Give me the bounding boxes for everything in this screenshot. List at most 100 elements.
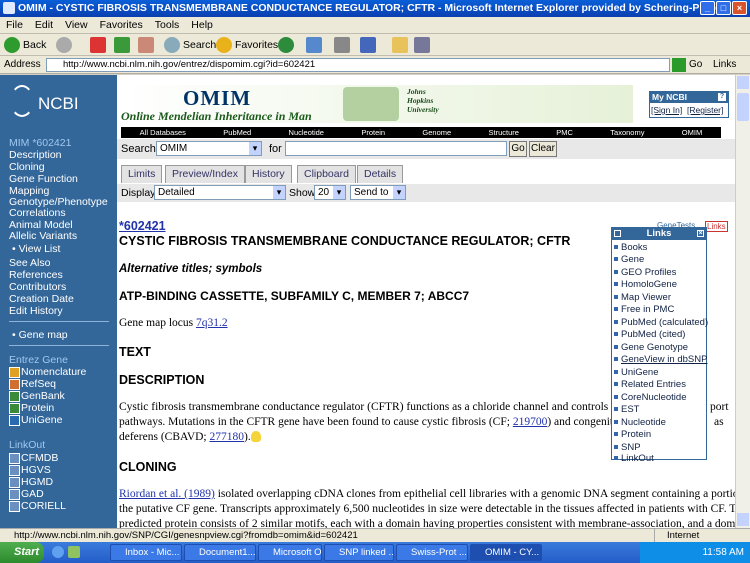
menu-favorites[interactable]: Favorites xyxy=(94,17,149,33)
sidebar-item-references[interactable]: References xyxy=(9,269,63,281)
link-unigene[interactable]: UniGene xyxy=(614,367,659,378)
db-omim[interactable]: OMIM xyxy=(682,127,702,138)
linkout-gad[interactable]: GAD xyxy=(21,488,44,500)
sidebar-gene-map[interactable]: • Gene map xyxy=(12,329,68,341)
edit-button[interactable] xyxy=(360,36,379,54)
entrez-protein[interactable]: Protein xyxy=(21,402,54,414)
links-tab-button[interactable]: Links xyxy=(705,221,728,232)
forward-button[interactable] xyxy=(56,36,75,54)
link-corenucleotide[interactable]: CoreNucleotide xyxy=(614,392,686,403)
link-linkout[interactable]: LinkOut xyxy=(614,453,654,464)
entrez-unigene[interactable]: UniGene xyxy=(21,414,62,426)
tab-limits[interactable]: Limits xyxy=(121,165,163,183)
link-geo-profiles[interactable]: GEO Profiles xyxy=(614,267,676,278)
link-gene[interactable]: Gene xyxy=(614,254,644,265)
link-related-entries[interactable]: Related Entries xyxy=(614,379,686,390)
sidebar-item-cloning[interactable]: Cloning xyxy=(9,161,45,173)
cbavd-mim-link[interactable]: 277180 xyxy=(210,431,245,443)
vertical-scrollbar[interactable] xyxy=(735,75,750,528)
task-snp-linked[interactable]: SNP linked ... xyxy=(324,544,394,561)
menu-help[interactable]: Help xyxy=(185,17,219,33)
riordan-link[interactable]: Riordan et al. (1989) xyxy=(119,488,215,500)
linkout-hgmd[interactable]: HGMD xyxy=(21,476,53,488)
tab-history[interactable]: History xyxy=(245,165,292,183)
sidebar-item-edit-history[interactable]: Edit History xyxy=(9,305,63,317)
print-button[interactable] xyxy=(334,36,353,54)
link-geneview-dbsnp[interactable]: GeneView in dbSNP xyxy=(614,354,707,365)
menu-file[interactable]: File xyxy=(0,17,29,33)
sidebar-item-contributors[interactable]: Contributors xyxy=(9,281,66,293)
task-swiss-prot[interactable]: Swiss-Prot ... xyxy=(396,544,468,561)
link-map-viewer[interactable]: Map Viewer xyxy=(614,292,671,303)
linkout-hgvs[interactable]: HGVS xyxy=(21,464,51,476)
db-protein[interactable]: Protein xyxy=(361,127,385,138)
entrez-nomenclature[interactable]: Nomenclature xyxy=(21,366,86,378)
send-to-select[interactable]: Send to xyxy=(350,185,406,200)
sidebar-item-allelic-variants[interactable]: Allelic Variants xyxy=(9,230,77,242)
register-link[interactable]: [Register] xyxy=(687,105,723,115)
tab-details[interactable]: Details xyxy=(357,165,404,183)
go-icon[interactable] xyxy=(672,58,686,72)
omim-logo[interactable]: OMIM xyxy=(183,86,251,111)
ncbi-logo[interactable]: NCBI xyxy=(38,94,79,114)
minimize-button[interactable]: _ xyxy=(700,1,715,15)
media-button[interactable] xyxy=(278,36,297,54)
tab-preview-index[interactable]: Preview/Index xyxy=(165,165,245,183)
task-microsoft-office[interactable]: Microsoft O... xyxy=(258,544,322,561)
db-all[interactable]: All Databases xyxy=(140,127,186,138)
links-close-icon[interactable]: × xyxy=(697,230,704,237)
search-clear-button[interactable]: Clear xyxy=(529,141,557,157)
link-protein[interactable]: Protein xyxy=(614,429,651,440)
sidebar-item-see-also[interactable]: See Also xyxy=(9,257,50,269)
db-pubmed[interactable]: PubMed xyxy=(223,127,251,138)
close-button[interactable]: × xyxy=(732,1,747,15)
task-inbox[interactable]: Inbox - Mic... xyxy=(110,544,182,561)
link-books[interactable]: Books xyxy=(614,242,647,253)
cf-mim-link[interactable]: 219700 xyxy=(513,416,548,428)
help-icon[interactable]: ? xyxy=(718,93,726,101)
linkout-cfmdb[interactable]: CFMDB xyxy=(21,452,58,464)
sidebar-item-creation-date[interactable]: Creation Date xyxy=(9,293,74,305)
link-snp[interactable]: SNP xyxy=(614,442,641,453)
menu-view[interactable]: View xyxy=(59,17,94,33)
link-pubmed-calculated[interactable]: PubMed (calculated) xyxy=(614,317,708,328)
signin-link[interactable]: [Sign In] xyxy=(651,105,682,115)
sidebar-item-gene-function[interactable]: Gene Function xyxy=(9,173,78,185)
links-menu-icon[interactable] xyxy=(614,230,621,237)
desktop-quicklaunch-icon[interactable] xyxy=(68,546,80,558)
links-toolbar[interactable]: Links xyxy=(713,59,736,70)
db-taxonomy[interactable]: Taxonomy xyxy=(610,127,644,138)
mim-number-link[interactable]: *602421 xyxy=(119,219,166,233)
sidebar-view-list[interactable]: • View List xyxy=(12,243,60,255)
maximize-button[interactable]: □ xyxy=(716,1,731,15)
db-pmc[interactable]: PMC xyxy=(556,127,573,138)
sidebar-item-description[interactable]: Description xyxy=(9,149,62,161)
scroll-thumb[interactable] xyxy=(737,93,749,121)
favorites-button[interactable]: Favorites xyxy=(216,36,278,54)
go-button[interactable]: Go xyxy=(689,59,702,70)
lightbulb-icon[interactable] xyxy=(251,431,261,442)
research-button[interactable] xyxy=(414,36,433,54)
db-genome[interactable]: Genome xyxy=(422,127,451,138)
link-homologene[interactable]: HomoloGene xyxy=(614,279,677,290)
home-button[interactable] xyxy=(138,36,157,54)
ie-quicklaunch-icon[interactable] xyxy=(52,546,64,558)
link-est[interactable]: EST xyxy=(614,404,639,415)
folder-button[interactable] xyxy=(392,36,411,54)
linkout-coriell[interactable]: CORIELL xyxy=(21,500,66,512)
search-input[interactable] xyxy=(285,141,507,156)
entrez-refseq[interactable]: RefSeq xyxy=(21,378,56,390)
link-free-in-pmc[interactable]: Free in PMC xyxy=(614,304,674,315)
link-nucleotide[interactable]: Nucleotide xyxy=(614,417,666,428)
menu-edit[interactable]: Edit xyxy=(29,17,59,33)
search-button[interactable]: Search xyxy=(164,36,216,54)
start-button[interactable]: Start xyxy=(0,542,44,563)
locus-link[interactable]: 7q31.2 xyxy=(196,317,228,329)
task-document1[interactable]: Document1... xyxy=(184,544,256,561)
address-input[interactable]: http://www.ncbi.nlm.nih.gov/entrez/dispo… xyxy=(46,58,670,72)
search-go-button[interactable]: Go xyxy=(509,141,527,157)
menu-tools[interactable]: Tools xyxy=(149,17,186,33)
sidebar-item-correlations[interactable]: Correlations xyxy=(9,207,66,219)
link-gene-genotype[interactable]: Gene Genotype xyxy=(614,342,688,353)
refresh-button[interactable] xyxy=(114,36,133,54)
